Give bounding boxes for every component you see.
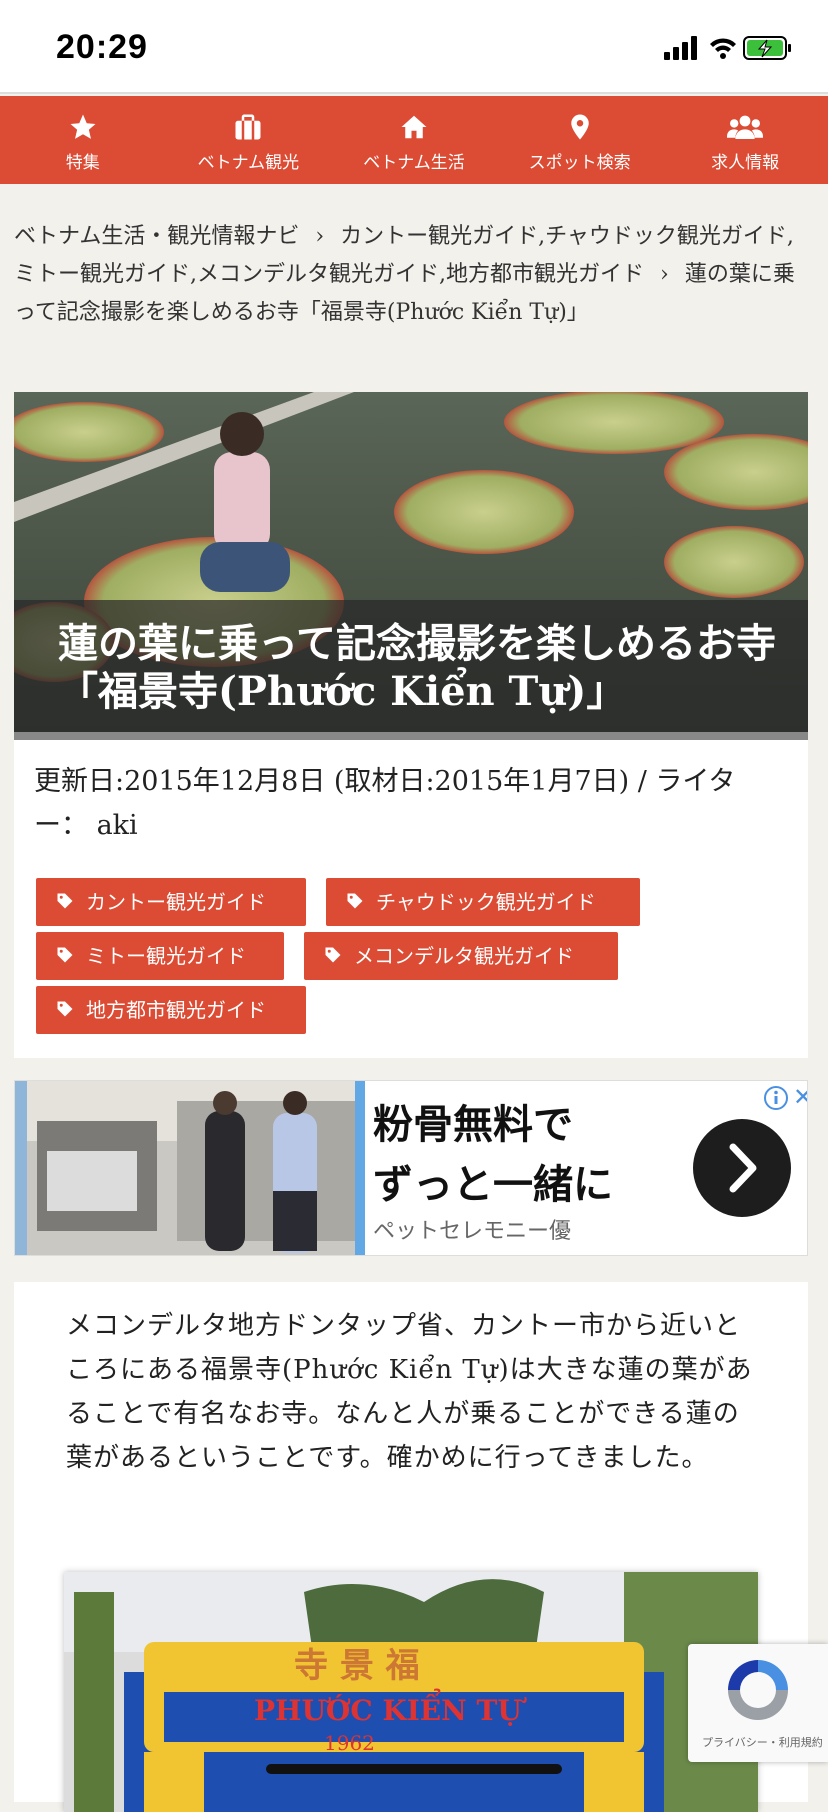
recaptcha-links[interactable]: プライバシー・利用規約 [702,1734,823,1750]
ad-photo [27,1081,363,1255]
suitcase-icon [235,114,261,140]
ad-accent-strip [355,1081,365,1255]
chevron-right-icon [729,1143,757,1193]
recaptcha-icon [728,1660,788,1720]
svg-text:1962: 1962 [324,1731,375,1755]
ad-info-icon[interactable] [763,1085,789,1111]
tag-icon [57,947,73,963]
users-icon [727,115,764,139]
ad-headline-line: 粉骨無料で [373,1102,573,1148]
tag-label: カントー観光ガイド [86,890,266,914]
ad-headline: 粉骨無料で ずっと一緒に [373,1095,713,1215]
status-icons [664,34,794,60]
status-bar: 20:29 [0,0,828,94]
nav-label: 特集 [65,153,100,173]
signal-wifi-battery-icon [664,36,791,60]
tag-link[interactable]: チャウドック観光ガイド [326,878,640,926]
temple-gate-photo: PHƯỚC KIỂN TỰ 1962 寺 景 福 [64,1572,758,1812]
main-nav: 特集 ベトナム観光 ベトナム生活 スポット検索 求人情報 [0,96,828,184]
nav-label: ベトナム観光 [197,153,300,173]
article-intro: メコンデルタ地方ドンタップ省、カントー市から近いところにある福景寺(Phước … [66,1311,753,1473]
nav-item-special[interactable]: 特集 [0,96,166,184]
tag-icon [57,1001,73,1017]
tag-label: 地方都市観光ガイド [86,998,266,1022]
tag-icon [57,893,73,909]
chevron-right-icon: › [660,262,669,287]
tag-icon [325,947,341,963]
breadcrumb-home-link[interactable]: ベトナム生活・観光情報ナビ [14,224,299,249]
home-indicator[interactable] [266,1764,562,1774]
tag-label: チャウドック観光ガイド [376,890,596,914]
ad-headline-line: ずっと一緒に [373,1162,613,1208]
nav-item-tourism[interactable]: ベトナム観光 [166,96,332,184]
nav-item-life[interactable]: ベトナム生活 [331,96,497,184]
ad-next-button[interactable] [693,1119,791,1217]
article-photo: PHƯỚC KIỂN TỰ 1962 寺 景 福 [64,1572,758,1812]
svg-text:寺 景 福: 寺 景 福 [294,1646,420,1686]
breadcrumb: ベトナム生活・観光情報ナビ › カントー観光ガイド,チャウドック観光ガイド,ミトー観… [14,218,804,332]
nav-label: スポット検索 [528,153,631,173]
recaptcha-badge[interactable]: プライバシー・利用規約 [688,1644,828,1762]
chevron-right-icon: › [315,224,325,249]
article-meta-card: 更新日:2015年12月8日 (取材日:2015年1月7日) / ライター： a… [14,740,808,1058]
nav-item-jobs[interactable]: 求人情報 [662,96,828,184]
tag-icon [347,893,363,909]
nav-label: ベトナム生活 [363,153,465,173]
status-time: 20:29 [56,28,148,66]
article-meta: 更新日:2015年12月8日 (取材日:2015年1月7日) / ライター： a… [34,766,736,841]
tag-label: ミトー観光ガイド [86,944,246,968]
svg-text:PHƯỚC KIỂN TỰ: PHƯỚC KIỂN TỰ [254,1688,527,1727]
star-icon [70,114,96,139]
tag-label: メコンデルタ観光ガイド [354,944,574,968]
advertisement[interactable]: 粉骨無料で ずっと一緒に ペットセレモニー優 ✕ [14,1080,808,1256]
map-pin-icon [570,114,589,140]
nav-label: 求人情報 [711,153,780,173]
tag-link[interactable]: カントー観光ガイド [36,878,306,926]
article-title: 蓮の葉に乗って記念撮影を楽しめるお寺「福景寺(Phước Kiển Tự)」 [58,620,776,715]
tag-link[interactable]: 地方都市観光ガイド [36,986,306,1034]
hero-divider [14,732,808,740]
nav-item-spot-search[interactable]: スポット検索 [497,96,663,184]
ad-sponsor: ペットセレモニー優 [373,1219,572,1244]
home-icon [401,115,427,139]
tag-link[interactable]: メコンデルタ観光ガイド [304,932,618,980]
ad-close-icon[interactable]: ✕ [793,1083,807,1111]
tag-link[interactable]: ミトー観光ガイド [36,932,284,980]
